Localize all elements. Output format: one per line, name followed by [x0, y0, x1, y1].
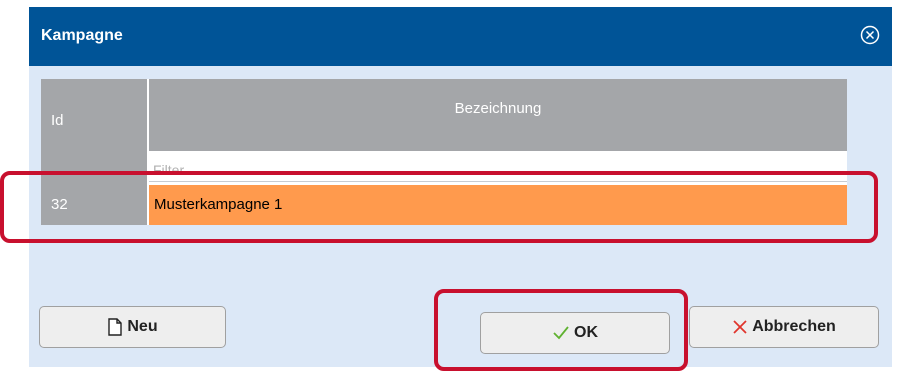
neu-button[interactable]: Neu [39, 306, 226, 348]
document-icon [107, 318, 123, 336]
abbrechen-button[interactable]: Abbrechen [689, 306, 879, 348]
ok-button-label: OK [574, 324, 598, 341]
row-name-cell: Musterkampagne 1 [149, 185, 847, 225]
neu-button-label: Neu [127, 318, 158, 335]
column-header-bezeichnung-label: Bezeichnung [454, 100, 542, 117]
table-row[interactable]: 32 Musterkampagne 1 [41, 185, 847, 225]
abbrechen-button-label: Abbrechen [752, 318, 836, 335]
close-circle-icon [860, 25, 880, 45]
filter-id-cell [41, 151, 149, 185]
dialog-title: Kampagne [41, 27, 123, 44]
row-id-cell: 32 [41, 185, 149, 225]
checkmark-icon [552, 325, 570, 341]
close-button[interactable] [860, 25, 880, 45]
column-header-id-label: Id [51, 112, 64, 129]
filter-input[interactable] [149, 151, 847, 182]
column-header-bezeichnung[interactable]: Bezeichnung [149, 79, 847, 151]
dialog-titlebar: Kampagne [29, 7, 892, 66]
row-name: Musterkampagne 1 [154, 196, 283, 213]
column-header-id[interactable]: Id [41, 79, 149, 151]
x-icon [732, 319, 748, 335]
ok-button[interactable]: OK [480, 312, 670, 354]
kampagne-grid: Id Bezeichnung 32 Musterkampagne 1 [41, 79, 847, 225]
row-id: 32 [51, 196, 68, 213]
kampagne-dialog: Kampagne Id Bezeichnung 32 Musterkampagn… [29, 7, 892, 367]
